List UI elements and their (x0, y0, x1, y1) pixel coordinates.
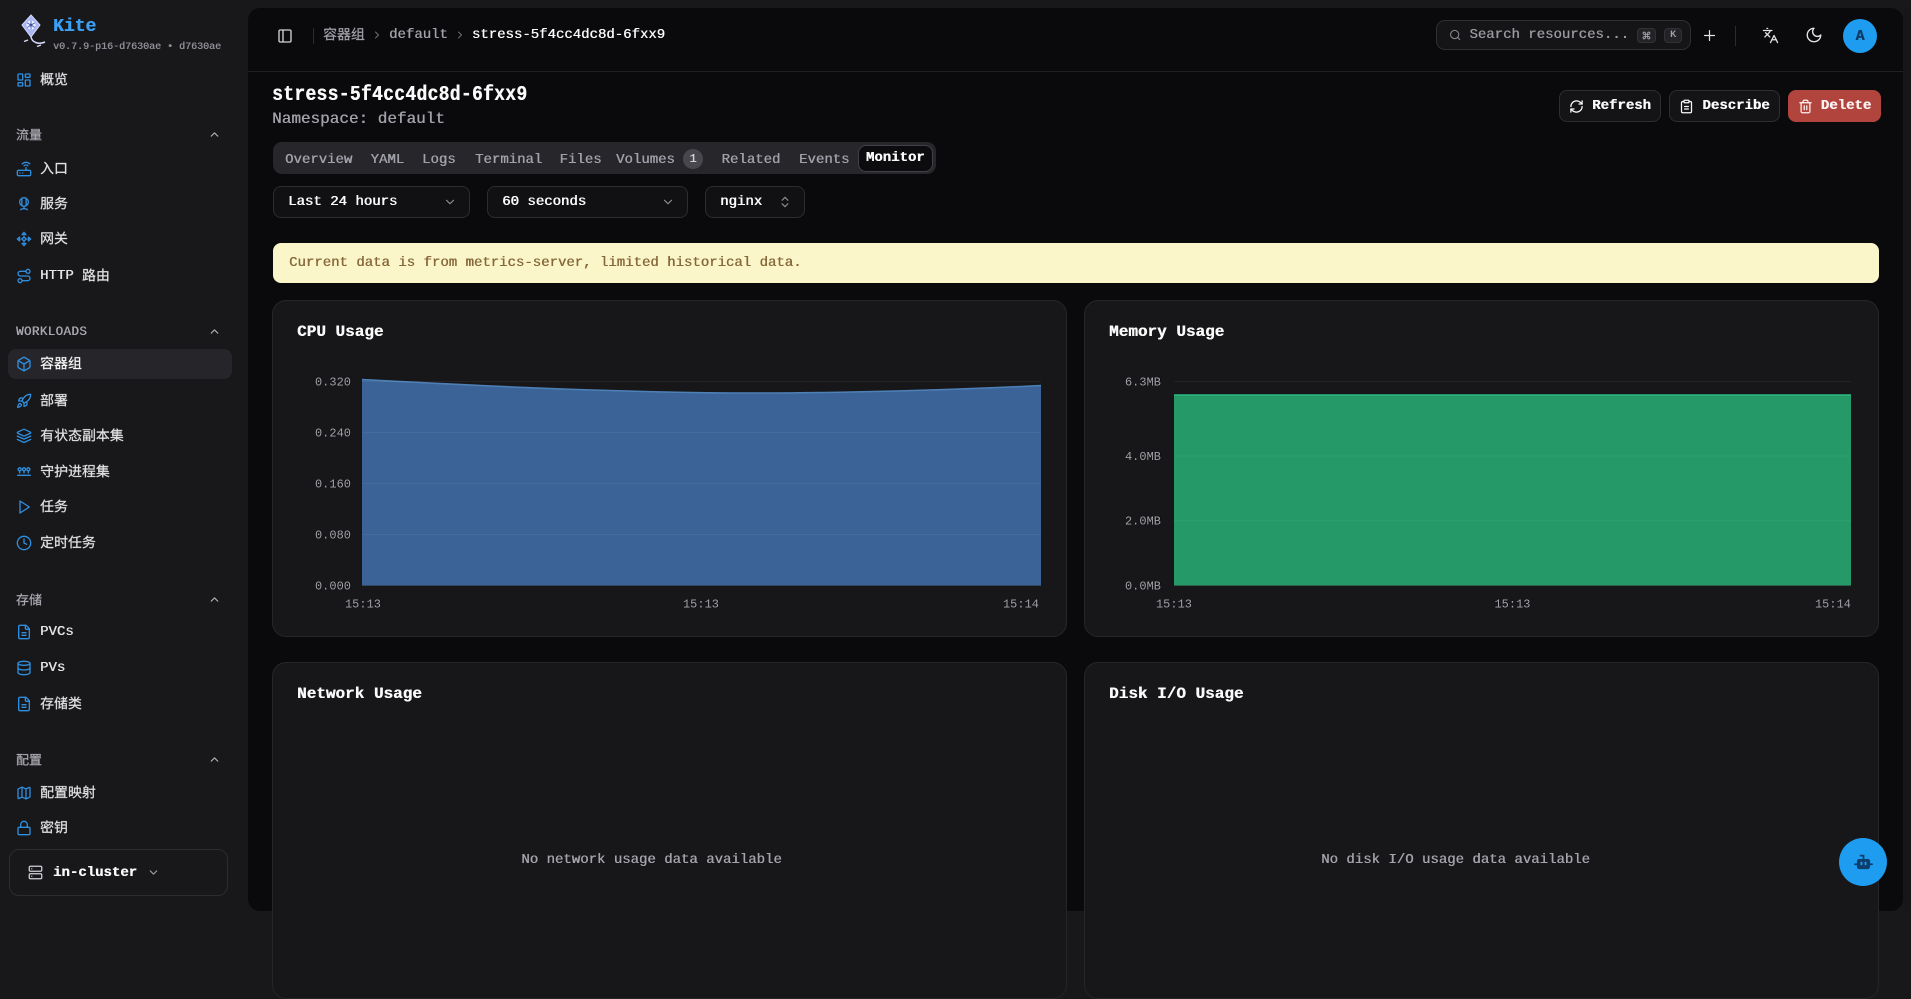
svg-text:0.320: 0.320 (315, 376, 351, 390)
svg-text:0.000: 0.000 (315, 580, 351, 594)
svg-text:15:13: 15:13 (1494, 598, 1530, 612)
svg-text:15:14: 15:14 (1815, 598, 1851, 612)
svg-text:15:13: 15:13 (1156, 598, 1192, 612)
svg-text:0.240: 0.240 (315, 427, 351, 441)
svg-text:15:13: 15:13 (683, 598, 719, 612)
svg-text:0.160: 0.160 (315, 478, 351, 492)
svg-text:15:13: 15:13 (345, 598, 381, 612)
svg-text:4.0MB: 4.0MB (1125, 450, 1161, 464)
svg-text:6.3MB: 6.3MB (1125, 376, 1161, 390)
svg-text:15:14: 15:14 (1003, 598, 1039, 612)
svg-text:2.0MB: 2.0MB (1125, 515, 1161, 529)
svg-text:0.0MB: 0.0MB (1125, 580, 1161, 594)
svg-text:0.080: 0.080 (315, 529, 351, 543)
